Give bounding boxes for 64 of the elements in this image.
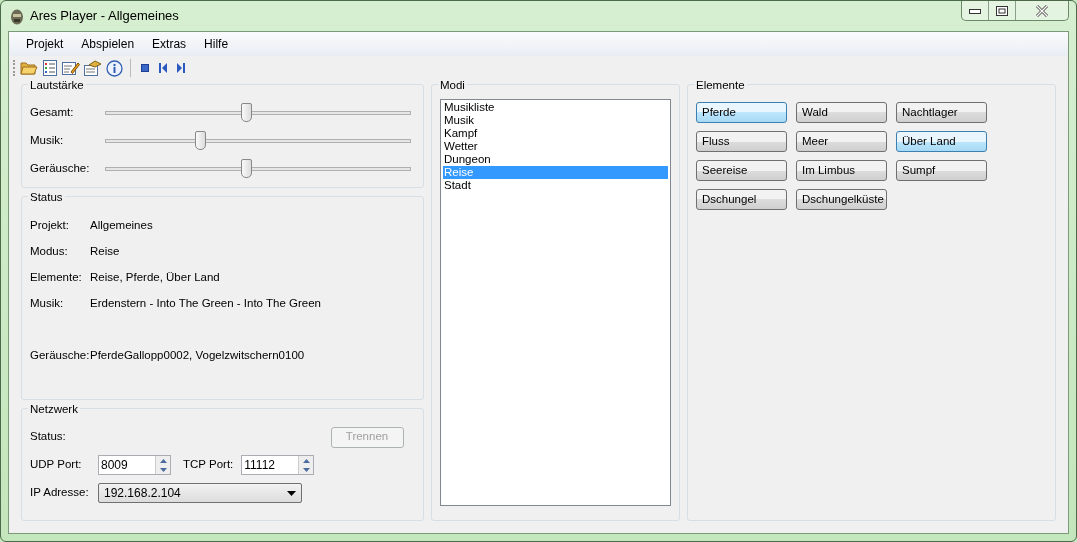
close-icon (1035, 4, 1049, 17)
spin-buttons[interactable] (298, 456, 314, 474)
list-item[interactable]: Musikliste (443, 101, 668, 114)
window-title: Ares Player - Allgemeines (30, 7, 179, 26)
list-item[interactable]: Kampf (443, 127, 668, 140)
slider-thumb[interactable] (240, 159, 252, 178)
status-label: Status: (30, 429, 66, 445)
slider-thumb[interactable] (195, 131, 207, 150)
slider-thumb[interactable] (240, 103, 252, 122)
list-item[interactable]: Dungeon (443, 153, 668, 166)
spin-box[interactable]: 8009 (98, 455, 171, 475)
list-icon[interactable] (42, 60, 58, 76)
element-button[interactable]: Sumpf (896, 160, 987, 181)
list-item[interactable]: Wetter (443, 140, 668, 153)
element-button[interactable]: Wald (796, 102, 887, 123)
next-icon[interactable] (174, 61, 188, 75)
app-icon (10, 7, 24, 25)
status-label: Modus: (30, 244, 69, 259)
element-button[interactable]: Nachtlager (896, 102, 987, 123)
down-arrow-icon (159, 467, 167, 472)
status-value: PferdeGallopp0002, Vogelzwitschern0100 (90, 348, 305, 363)
dropdown-arrow-icon (287, 490, 296, 496)
ip-dropdown[interactable]: 192.168.2.104 (98, 483, 302, 503)
menu-item[interactable]: Abspielen (72, 35, 144, 53)
spin-box[interactable]: 11112 (241, 455, 315, 475)
element-button[interactable]: Über Land (896, 131, 987, 152)
minimize-icon (969, 7, 981, 14)
status-value: Erdenstern - Into The Green - Into The Green (90, 296, 321, 311)
menu-item[interactable]: Extras (143, 35, 196, 53)
status-label: Geräusche: (30, 348, 90, 363)
up-arrow-icon (159, 458, 167, 463)
spin-buttons[interactable] (155, 456, 170, 474)
status-label: Musik: (30, 296, 65, 311)
status-label: Elemente: (30, 270, 83, 285)
status-label: Projekt: (30, 218, 70, 233)
status-value: Reise, Pferde, Über Land (90, 270, 220, 285)
open-folder-icon[interactable] (20, 60, 38, 76)
port-label: UDP Port: (30, 457, 83, 473)
status-value: Allgemeines (90, 218, 153, 233)
menu-item[interactable]: Hilfe (195, 35, 238, 53)
element-button[interactable]: Dschungelküste (796, 189, 887, 210)
port-label: TCP Port: (183, 457, 234, 473)
element-button[interactable]: Fluss (696, 131, 787, 152)
menu-item[interactable]: Projekt (17, 35, 73, 53)
element-button[interactable]: Meer (796, 131, 887, 152)
list-item[interactable]: Musik (443, 114, 668, 127)
element-button[interactable]: Seereise (696, 160, 787, 181)
maximize-icon (996, 5, 1008, 16)
slider-label: Geräusche: (30, 161, 91, 177)
list-item[interactable]: Stadt (443, 179, 668, 192)
element-button[interactable]: Im Limbus (796, 160, 887, 181)
up-arrow-icon (302, 458, 310, 463)
ip-label: IP Adresse: (30, 485, 90, 501)
slider-label: Gesamt: (30, 105, 75, 121)
element-button[interactable]: Dschungel (696, 189, 787, 210)
stop-icon[interactable] (138, 61, 152, 75)
element-button[interactable]: Pferde (696, 102, 787, 123)
status-value: Reise (90, 244, 120, 259)
slider-label: Musik: (30, 133, 65, 149)
edit-icon[interactable] (62, 60, 80, 76)
previous-icon[interactable] (156, 61, 170, 75)
properties-icon[interactable] (84, 60, 102, 76)
info-icon[interactable] (106, 59, 123, 77)
down-arrow-icon (302, 467, 310, 472)
